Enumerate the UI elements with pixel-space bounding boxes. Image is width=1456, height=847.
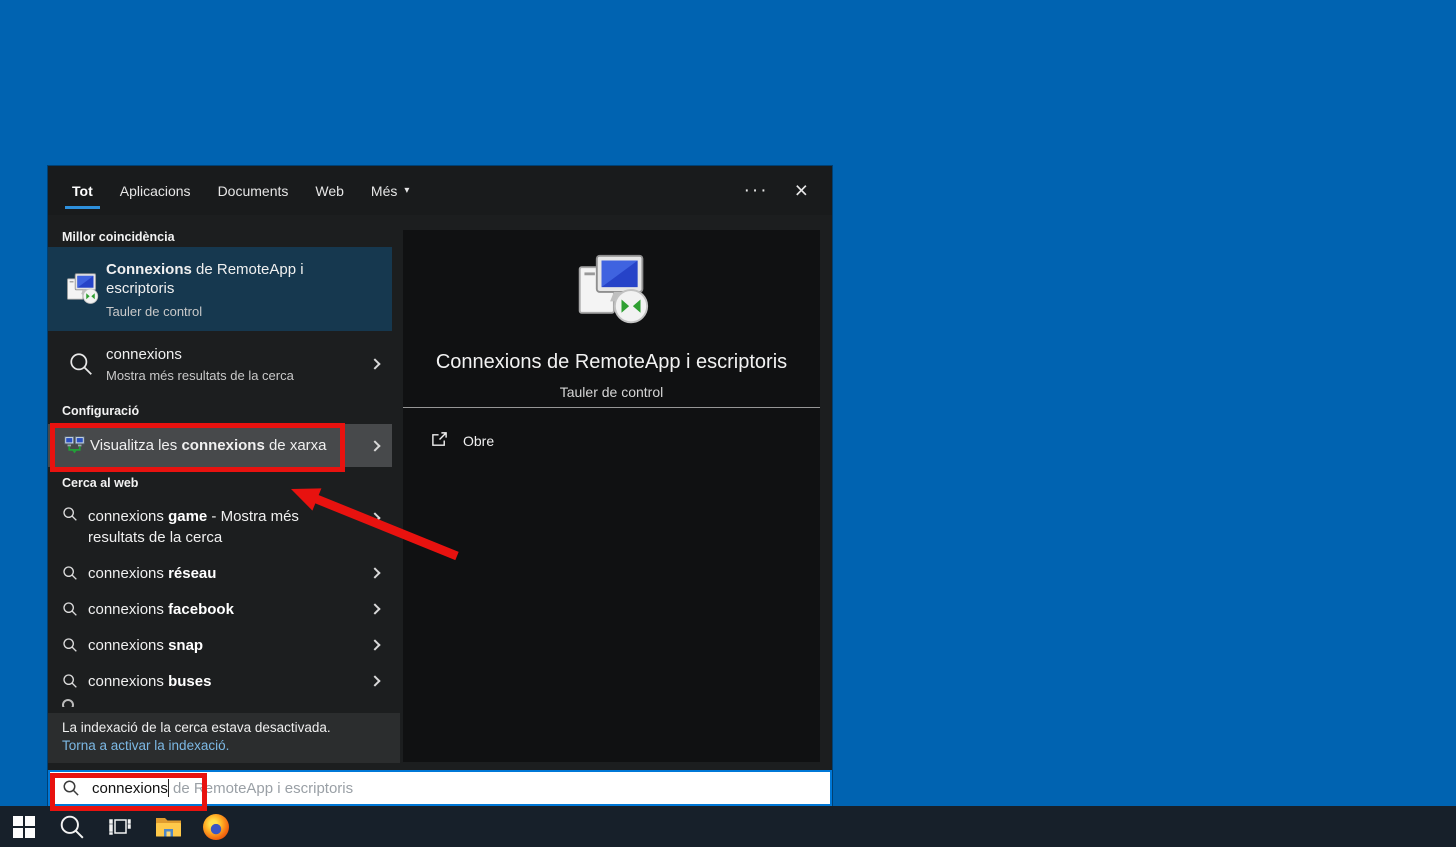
clipped-suggestion-row: [48, 699, 392, 707]
task-view-button[interactable]: [96, 806, 144, 847]
search-icon: [48, 565, 88, 581]
search-tabbar: Tot Aplicacions Documents Web Més▾ ··· ×: [48, 166, 832, 215]
suggestion-text: connexions réseau: [88, 563, 358, 584]
best-match-title-bold: Connexions: [106, 261, 192, 278]
chevron-right-icon[interactable]: [358, 442, 392, 450]
chevron-right-icon[interactable]: [358, 569, 392, 577]
search-icon: [48, 506, 88, 522]
search-input-value: connexions: [92, 780, 168, 797]
web-suggestion-row[interactable]: connexions buses: [48, 663, 392, 699]
preview-divider: [403, 407, 820, 408]
network-connections-icon: [48, 435, 90, 456]
best-match-result[interactable]: Connexions de RemoteApp i escriptoris Ta…: [48, 247, 392, 331]
best-match-subtitle: Tauler de control: [106, 304, 392, 319]
open-label: Obre: [463, 433, 494, 449]
windows-logo-icon: [13, 816, 35, 838]
open-action[interactable]: Obre: [403, 424, 820, 458]
suggestion-text: connexions game - Mostra més resultats d…: [88, 506, 358, 548]
tab-aplicacions[interactable]: Aplicacions: [120, 166, 191, 215]
web-suggestion-row[interactable]: connexions snap: [48, 627, 392, 663]
search-suggestion-row[interactable]: connexions Mostra més resultats de la ce…: [48, 335, 392, 393]
tab-mes[interactable]: Més▾: [371, 166, 409, 215]
task-view-icon: [108, 815, 132, 839]
best-match-text: Connexions de RemoteApp i escriptoris Ta…: [106, 260, 392, 319]
remoteapp-icon-large: [574, 252, 650, 333]
open-external-icon: [431, 431, 448, 451]
file-explorer-button[interactable]: [144, 806, 192, 847]
more-options-icon[interactable]: ···: [744, 181, 769, 200]
chevron-down-icon: ▾: [404, 185, 409, 196]
taskbar-search-button[interactable]: [48, 806, 96, 847]
chevron-right-icon[interactable]: [358, 514, 392, 522]
search-icon: [48, 637, 88, 653]
firefox-icon: [203, 814, 229, 840]
reenable-indexing-link[interactable]: Torna a activar la indexació.: [62, 738, 229, 753]
result-preview-panel: Connexions de RemoteApp i escriptoris Ta…: [403, 230, 820, 762]
chevron-right-icon[interactable]: [358, 360, 392, 368]
close-icon[interactable]: ×: [795, 179, 808, 202]
web-search-header: Cerca al web: [48, 473, 392, 493]
indexing-message-bar: La indexació de la cerca estava desactiv…: [48, 713, 400, 763]
remoteapp-icon: [48, 272, 106, 306]
chevron-right-icon[interactable]: [358, 605, 392, 613]
suggestion-text: connexions facebook: [88, 599, 358, 620]
suggestion-text: connexions buses: [88, 671, 358, 692]
taskbar: [0, 806, 1456, 847]
preview-title: Connexions de RemoteApp i escriptoris: [403, 351, 820, 374]
chevron-right-icon[interactable]: [358, 677, 392, 685]
results-column: Millor coincidència: [48, 215, 392, 763]
web-suggestion-row[interactable]: connexions facebook: [48, 591, 392, 627]
settings-result-network-connections[interactable]: Visualitza les connexions de xarxa: [48, 424, 392, 467]
file-explorer-icon: [155, 815, 182, 838]
preview-subtitle: Tauler de control: [403, 384, 820, 400]
web-suggestion-row[interactable]: connexions réseau: [48, 555, 392, 591]
start-button[interactable]: [0, 806, 48, 847]
indexing-message-text: La indexació de la cerca estava desactiv…: [62, 720, 400, 735]
settings-header: Configuració: [48, 401, 392, 421]
tab-tot[interactable]: Tot: [72, 166, 93, 215]
suggestion-text: connexions Mostra més resultats de la ce…: [106, 346, 358, 383]
firefox-button[interactable]: [192, 806, 240, 847]
search-inline-suggestion: de RemoteApp i escriptoris: [169, 780, 353, 797]
search-flyout: Tot Aplicacions Documents Web Més▾ ··· ×…: [48, 166, 832, 806]
web-suggestion-row[interactable]: connexions game - Mostra més resultats d…: [48, 497, 392, 555]
search-icon: [62, 779, 80, 797]
search-icon: [48, 351, 106, 377]
search-icon: [48, 673, 88, 689]
tab-documents[interactable]: Documents: [218, 166, 289, 215]
search-icon: [59, 814, 85, 840]
suggestion-text: connexions snap: [88, 635, 358, 656]
chevron-right-icon[interactable]: [358, 641, 392, 649]
best-match-header: Millor coincidència: [48, 227, 392, 247]
settings-item-text: Visualitza les connexions de xarxa: [90, 437, 358, 454]
search-icon: [48, 601, 88, 617]
search-input[interactable]: connexions de RemoteApp i escriptoris: [48, 770, 832, 806]
tab-web[interactable]: Web: [315, 166, 344, 215]
